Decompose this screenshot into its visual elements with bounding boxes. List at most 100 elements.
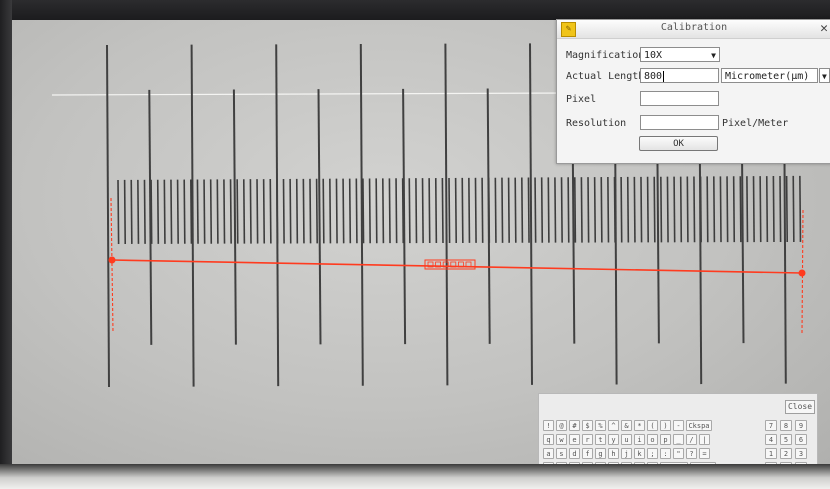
keyboard-key[interactable]: 9: [795, 420, 807, 431]
keyboard-close-button[interactable]: Close: [785, 400, 815, 414]
keyboard-key[interactable]: k: [634, 448, 645, 459]
fine-graduation-mark: [560, 177, 563, 243]
fine-graduation-mark: [249, 179, 252, 244]
fine-graduation-mark: [441, 178, 444, 244]
keyboard-key[interactable]: 2: [780, 448, 792, 459]
major-graduation-mark: [444, 43, 449, 386]
fine-graduation-mark: [633, 176, 636, 243]
keyboard-key[interactable]: s: [556, 448, 567, 459]
major-graduation-mark: [486, 88, 491, 344]
keyboard-key[interactable]: q: [543, 434, 554, 445]
unit-value: Micrometer(μm): [725, 71, 810, 82]
magnification-select[interactable]: 10X ▼: [640, 47, 720, 62]
keyboard-key[interactable]: &: [621, 420, 632, 431]
keyboard-key[interactable]: @: [556, 420, 567, 431]
fine-graduation-mark: [117, 179, 120, 244]
fine-graduation-mark: [693, 176, 696, 243]
keyboard-key[interactable]: ^: [608, 420, 619, 431]
fine-graduation-mark: [322, 178, 325, 244]
glare-line: [51, 92, 573, 96]
resolution-field[interactable]: [640, 115, 719, 130]
fine-graduation-mark: [640, 176, 643, 243]
keyboard-key[interactable]: (: [647, 420, 658, 431]
fine-graduation-mark: [765, 176, 769, 243]
keyboard-key[interactable]: 7: [765, 420, 777, 431]
fine-graduation-mark: [362, 178, 365, 244]
keyboard-key[interactable]: g: [595, 448, 606, 459]
keyboard-key[interactable]: w: [556, 434, 567, 445]
actual-length-input[interactable]: 800: [640, 68, 719, 83]
keyboard-key[interactable]: -: [673, 420, 684, 431]
keyboard-key[interactable]: *: [634, 420, 645, 431]
keyboard-key[interactable]: Ckspa: [686, 420, 712, 431]
fine-graduation-mark: [309, 178, 312, 244]
keyboard-key[interactable]: =: [699, 448, 710, 459]
keyboard-key[interactable]: 8: [780, 420, 792, 431]
fine-graduation-mark: [242, 179, 246, 244]
keyboard-key[interactable]: |: [699, 434, 710, 445]
keyboard-key[interactable]: :: [660, 448, 671, 459]
keyboard-key[interactable]: h: [608, 448, 619, 459]
keyboard-key[interactable]: !: [543, 420, 554, 431]
unit-select[interactable]: Micrometer(μm): [721, 68, 818, 83]
fine-graduation-mark: [626, 176, 630, 243]
fine-graduation-mark: [554, 177, 557, 243]
keyboard-key[interactable]: 6: [795, 434, 807, 445]
keyboard-key[interactable]: /: [686, 434, 697, 445]
fine-graduation-mark: [355, 178, 358, 244]
keyboard-key[interactable]: 4: [765, 434, 777, 445]
fine-graduation-mark: [461, 177, 464, 243]
fine-graduation-mark: [799, 175, 802, 242]
ok-button[interactable]: OK: [639, 136, 718, 151]
monitor-bezel-bottom: [0, 464, 830, 489]
keyboard-key[interactable]: ): [660, 420, 671, 431]
fine-graduation-mark: [329, 178, 332, 244]
keyboard-key[interactable]: %: [595, 420, 606, 431]
fine-graduation-mark: [421, 178, 424, 244]
keyboard-key[interactable]: ": [673, 448, 684, 459]
pixel-field[interactable]: [640, 91, 719, 106]
dialog-titlebar[interactable]: ✎ Calibration ✕: [557, 20, 830, 39]
fine-graduation-mark: [719, 176, 722, 243]
fine-graduation-mark: [752, 176, 755, 243]
unit-dropdown-button[interactable]: ▼: [819, 68, 830, 83]
fine-graduation-mark: [468, 177, 471, 243]
keyboard-key[interactable]: y: [608, 434, 619, 445]
major-graduation-mark: [190, 44, 195, 387]
keyboard-key[interactable]: 5: [780, 434, 792, 445]
keyboard-key[interactable]: p: [660, 434, 671, 445]
actual-length-label: Actual Length: [566, 71, 645, 82]
fine-graduation-mark: [130, 179, 133, 244]
keyboard-key[interactable]: f: [582, 448, 593, 459]
fine-graduation-mark: [256, 179, 259, 244]
keyboard-key[interactable]: o: [647, 434, 658, 445]
fine-graduation-mark: [315, 178, 318, 244]
keyboard-key[interactable]: e: [569, 434, 580, 445]
fine-graduation-mark: [176, 179, 179, 244]
keyboard-key[interactable]: j: [621, 448, 632, 459]
keyboard-key[interactable]: ;: [647, 448, 658, 459]
fine-graduation-mark: [434, 178, 438, 244]
fine-graduation-mark: [686, 176, 689, 243]
fine-graduation-mark: [739, 176, 742, 243]
keyboard-key[interactable]: #: [569, 420, 580, 431]
fine-graduation-mark: [540, 177, 544, 243]
keyboard-key[interactable]: $: [582, 420, 593, 431]
fine-graduation-mark: [428, 178, 431, 244]
measurement-end-handle: [798, 269, 806, 277]
keyboard-key[interactable]: ?: [686, 448, 697, 459]
keyboard-key[interactable]: d: [569, 448, 580, 459]
keyboard-key[interactable]: 1: [765, 448, 777, 459]
fine-graduation-mark: [262, 179, 266, 244]
fine-graduation-mark: [209, 179, 213, 244]
keyboard-key[interactable]: 3: [795, 448, 807, 459]
keyboard-key[interactable]: _: [673, 434, 684, 445]
keyboard-key[interactable]: t: [595, 434, 606, 445]
fine-graduation-mark: [203, 179, 206, 244]
fine-graduation-mark: [282, 178, 285, 244]
keyboard-key[interactable]: u: [621, 434, 632, 445]
keyboard-key[interactable]: a: [543, 448, 554, 459]
close-icon[interactable]: ✕: [820, 20, 828, 38]
keyboard-key[interactable]: r: [582, 434, 593, 445]
keyboard-key[interactable]: i: [634, 434, 645, 445]
